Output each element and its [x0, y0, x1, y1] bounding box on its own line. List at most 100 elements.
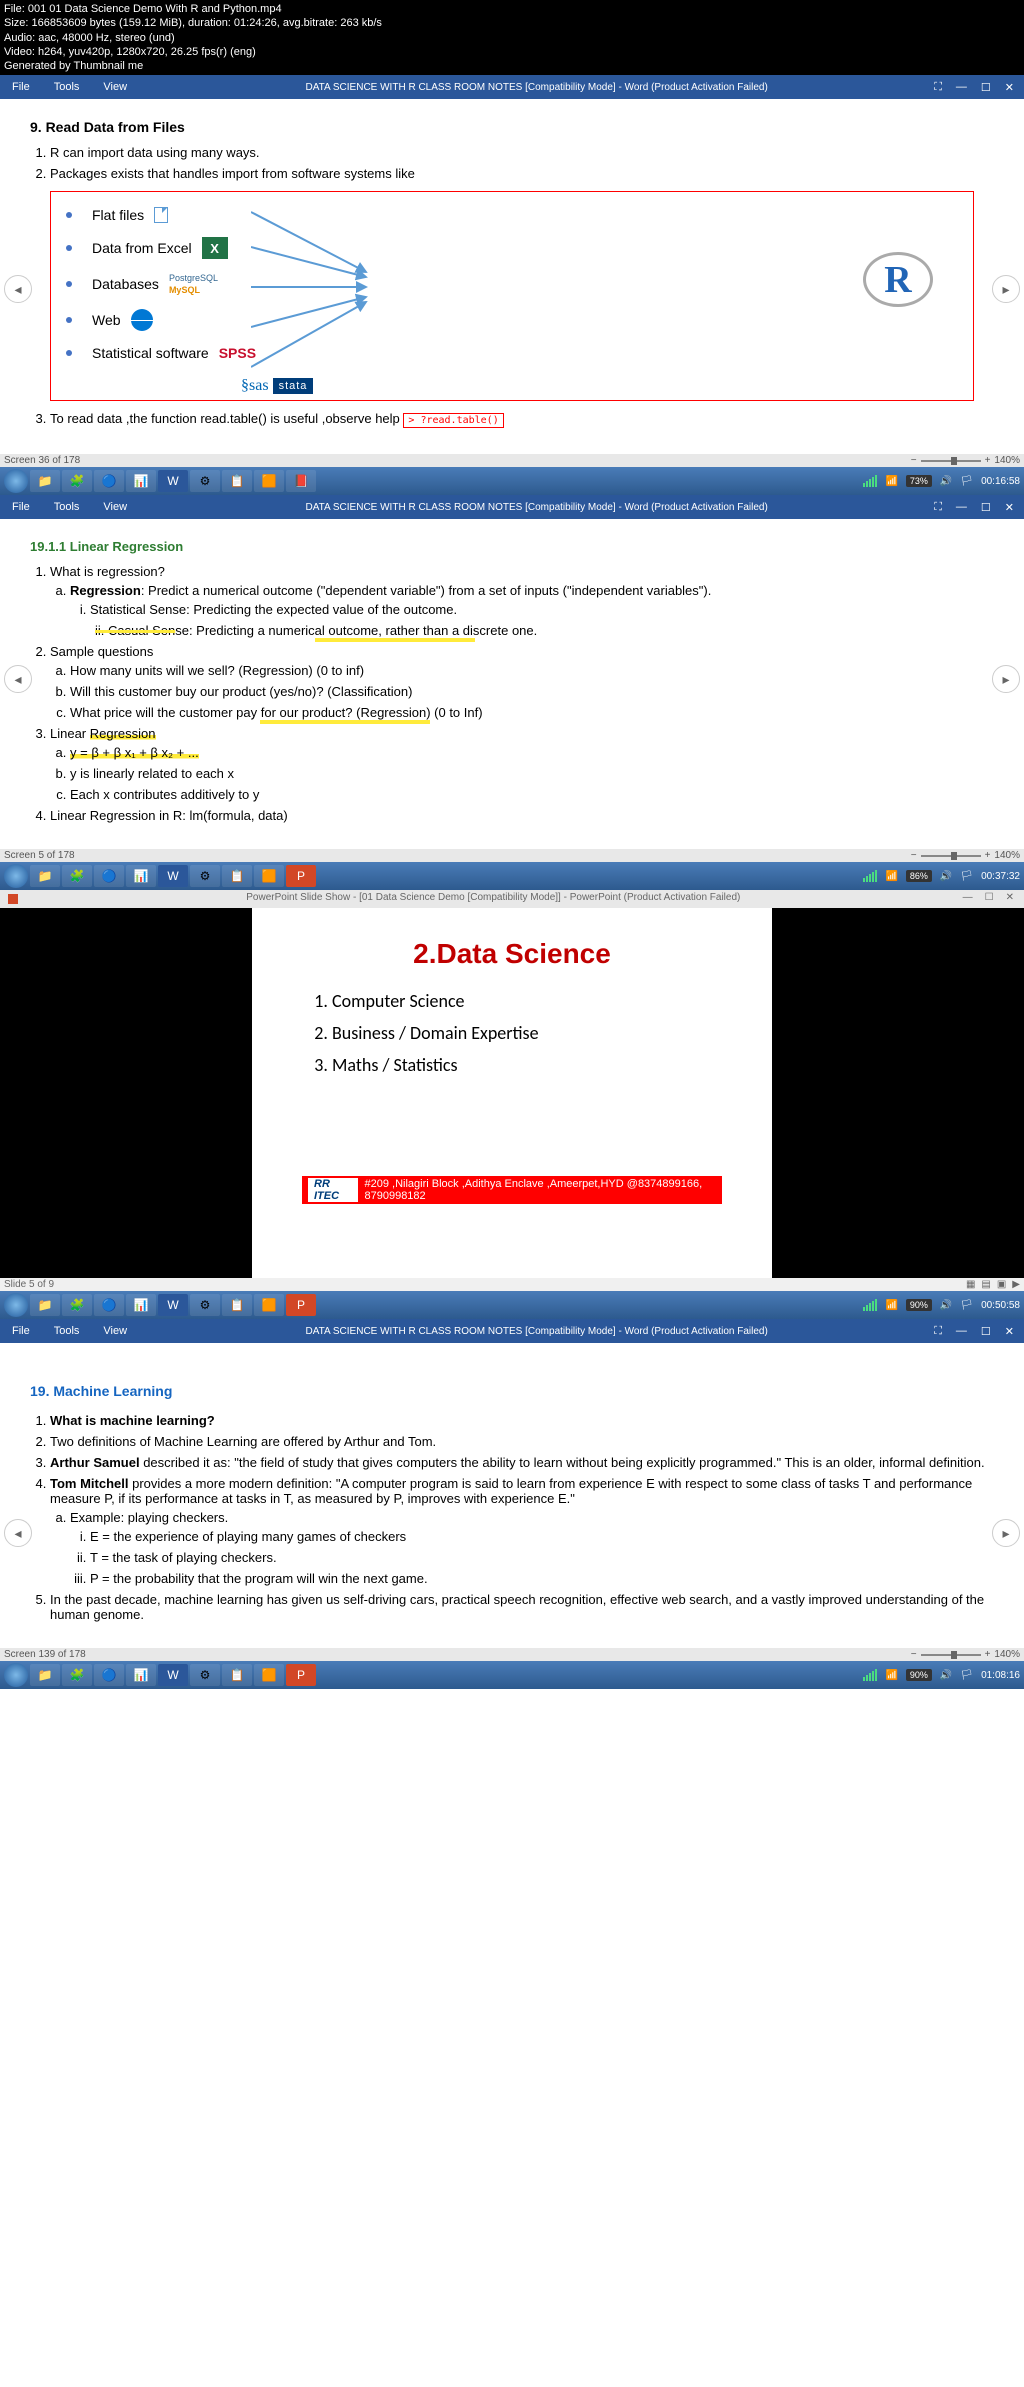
- view-icon[interactable]: ▤: [981, 1279, 990, 1290]
- volume-icon[interactable]: 🔊: [940, 1300, 952, 1311]
- minimize-icon[interactable]: —: [956, 1325, 967, 1338]
- app-icon[interactable]: 📕: [286, 470, 316, 492]
- network-icon[interactable]: 📶: [885, 1670, 897, 1681]
- powerpoint-icon[interactable]: P: [286, 1294, 316, 1316]
- thumbnail-3: PowerPoint Slide Show - [01 Data Science…: [0, 890, 1024, 1291]
- word-icon[interactable]: W: [158, 865, 188, 887]
- close-icon[interactable]: ✕: [1005, 501, 1014, 514]
- close-icon[interactable]: ✕: [1005, 1325, 1014, 1338]
- app-icon[interactable]: 🧩: [62, 470, 92, 492]
- app-icon[interactable]: 🟧: [254, 1664, 284, 1686]
- app-icon[interactable]: 🟧: [254, 470, 284, 492]
- app-icon[interactable]: ⚙: [190, 470, 220, 492]
- flag-icon[interactable]: 🏳: [960, 871, 973, 882]
- app-icon[interactable]: 🟧: [254, 1294, 284, 1316]
- word-ribbon: File Tools View DATA SCIENCE WITH R CLAS…: [0, 495, 1024, 519]
- doc2-q1ai: Statistical Sense: Predicting the expect…: [90, 602, 994, 617]
- video-metadata-header: File: 001 01 Data Science Demo With R an…: [0, 0, 1024, 75]
- chrome-icon[interactable]: 🔵: [94, 470, 124, 492]
- diag-db: Databases: [92, 276, 159, 292]
- chrome-icon[interactable]: 🔵: [94, 1294, 124, 1316]
- app-icon[interactable]: ⚙: [190, 1294, 220, 1316]
- tools-tab[interactable]: Tools: [42, 81, 92, 93]
- file-tab[interactable]: File: [0, 1325, 42, 1337]
- volume-icon[interactable]: 🔊: [940, 476, 952, 487]
- network-icon[interactable]: 📶: [885, 871, 897, 882]
- app-icon[interactable]: 🧩: [62, 1664, 92, 1686]
- file-tab[interactable]: File: [0, 81, 42, 93]
- file-tab[interactable]: File: [0, 501, 42, 513]
- powerpoint-icon[interactable]: P: [286, 1664, 316, 1686]
- chrome-icon[interactable]: 🔵: [94, 1664, 124, 1686]
- app-icon[interactable]: 📊: [126, 1294, 156, 1316]
- app-icon[interactable]: 📋: [222, 865, 252, 887]
- explorer-icon[interactable]: 📁: [30, 1664, 60, 1686]
- taskbar-1[interactable]: 📁 🧩 🔵 📊 W ⚙ 📋 🟧 📕 📶 73% 🔊 🏳 00:16:58: [0, 467, 1024, 495]
- word-ribbon: File Tools View DATA SCIENCE WITH R CLAS…: [0, 75, 1024, 99]
- ribbon-options-icon[interactable]: ⛶: [934, 1325, 942, 1338]
- start-button[interactable]: [4, 1663, 28, 1687]
- word-icon[interactable]: W: [158, 470, 188, 492]
- powerpoint-titlebar: PowerPoint Slide Show - [01 Data Science…: [0, 890, 1024, 908]
- start-button[interactable]: [4, 864, 28, 888]
- slideshow-icon[interactable]: ▶: [1012, 1279, 1020, 1290]
- volume-icon[interactable]: 🔊: [940, 871, 952, 882]
- word-icon[interactable]: W: [158, 1664, 188, 1686]
- app-icon[interactable]: 🟧: [254, 865, 284, 887]
- view-tab[interactable]: View: [91, 501, 139, 513]
- app-icon[interactable]: ⚙: [190, 865, 220, 887]
- minimize-icon[interactable]: —: [956, 501, 967, 514]
- start-button[interactable]: [4, 469, 28, 493]
- maximize-icon[interactable]: ☐: [985, 892, 994, 906]
- app-icon[interactable]: 📊: [126, 865, 156, 887]
- word-icon[interactable]: W: [158, 1294, 188, 1316]
- explorer-icon[interactable]: 📁: [30, 1294, 60, 1316]
- close-icon[interactable]: ✕: [1005, 81, 1014, 94]
- doc3-q1: What is machine learning?: [50, 1413, 994, 1428]
- tools-tab[interactable]: Tools: [42, 501, 92, 513]
- app-icon[interactable]: 📋: [222, 1664, 252, 1686]
- flag-icon[interactable]: 🏳: [960, 476, 973, 487]
- view-tab[interactable]: View: [91, 1325, 139, 1337]
- thumbnail-2: File Tools View DATA SCIENCE WITH R CLAS…: [0, 495, 1024, 849]
- explorer-icon[interactable]: 📁: [30, 470, 60, 492]
- volume-icon[interactable]: 🔊: [940, 1670, 952, 1681]
- chrome-icon[interactable]: 🔵: [94, 865, 124, 887]
- view-tab[interactable]: View: [91, 81, 139, 93]
- network-icon[interactable]: 📶: [885, 476, 897, 487]
- app-icon[interactable]: 📋: [222, 1294, 252, 1316]
- view-icon[interactable]: ▣: [997, 1279, 1006, 1290]
- powerpoint-icon[interactable]: P: [286, 865, 316, 887]
- maximize-icon[interactable]: ☐: [981, 501, 991, 514]
- app-icon[interactable]: 🧩: [62, 1294, 92, 1316]
- explorer-icon[interactable]: 📁: [30, 865, 60, 887]
- window-title: DATA SCIENCE WITH R CLASS ROOM NOTES [Co…: [139, 82, 934, 93]
- diag-stat: Statistical software: [92, 345, 209, 361]
- app-icon[interactable]: 📊: [126, 470, 156, 492]
- doc1-item2: Packages exists that handles import from…: [50, 166, 994, 181]
- window-title: DATA SCIENCE WITH R CLASS ROOM NOTES [Co…: [139, 502, 934, 513]
- app-icon[interactable]: 📊: [126, 1664, 156, 1686]
- taskbar-3[interactable]: 📁 🧩 🔵 📊 W ⚙ 📋 🟧 P 📶 90% 🔊 🏳 00:50:58: [0, 1291, 1024, 1319]
- maximize-icon[interactable]: ☐: [981, 1325, 991, 1338]
- slideshow-area[interactable]: 2.Data Science Computer Science Business…: [0, 908, 1024, 1278]
- minimize-icon[interactable]: —: [956, 81, 967, 94]
- maximize-icon[interactable]: ☐: [981, 81, 991, 94]
- network-icon[interactable]: 📶: [885, 1300, 897, 1311]
- taskbar-4[interactable]: 📁 🧩 🔵 📊 W ⚙ 📋 🟧 P 📶 90% 🔊 🏳 01:08:16: [0, 1661, 1024, 1689]
- flag-icon[interactable]: 🏳: [960, 1300, 973, 1311]
- start-button[interactable]: [4, 1293, 28, 1317]
- app-icon[interactable]: 🧩: [62, 865, 92, 887]
- flag-icon[interactable]: 🏳: [960, 1670, 973, 1681]
- taskbar-2[interactable]: 📁 🧩 🔵 📊 W ⚙ 📋 🟧 P 📶 86% 🔊 🏳 00:37:32: [0, 862, 1024, 890]
- slide-title: 2.Data Science: [302, 938, 722, 970]
- ribbon-options-icon[interactable]: ⛶: [934, 81, 942, 94]
- app-icon[interactable]: 📋: [222, 470, 252, 492]
- app-icon[interactable]: ⚙: [190, 1664, 220, 1686]
- doc3-q4aiii: P = the probability that the program wil…: [90, 1571, 994, 1586]
- view-icon[interactable]: ▦: [966, 1279, 975, 1290]
- tools-tab[interactable]: Tools: [42, 1325, 92, 1337]
- close-icon[interactable]: ✕: [1006, 892, 1014, 906]
- ribbon-options-icon[interactable]: ⛶: [934, 501, 942, 514]
- minimize-icon[interactable]: —: [963, 892, 973, 906]
